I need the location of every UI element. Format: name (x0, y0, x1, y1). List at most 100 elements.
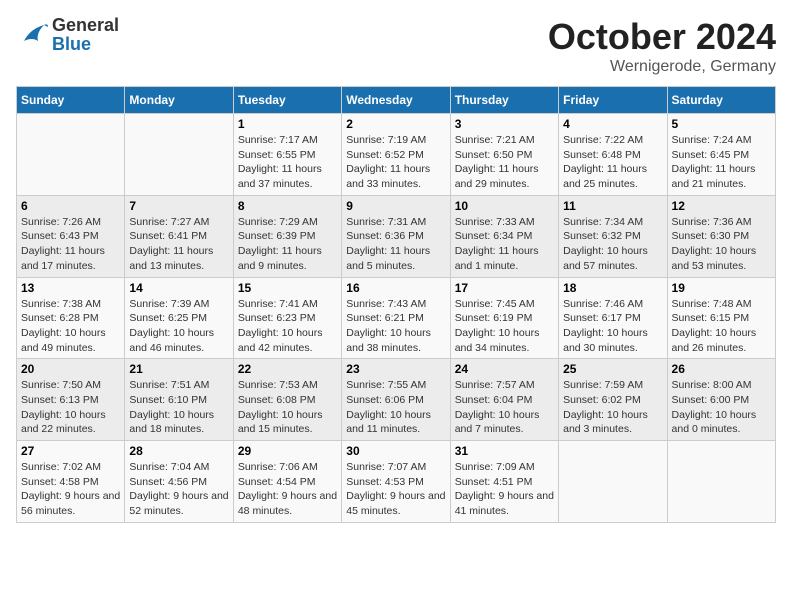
day-number: 31 (455, 444, 554, 458)
calendar-cell-w0d2: 1 Sunrise: 7:17 AMSunset: 6:55 PMDaylight… (233, 114, 341, 196)
day-number: 15 (238, 281, 337, 295)
day-number: 13 (21, 281, 120, 295)
day-info: Sunrise: 7:33 AMSunset: 6:34 PMDaylight:… (455, 215, 554, 274)
weekday-header-saturday: Saturday (667, 87, 775, 114)
month-title: October 2024 (548, 16, 776, 58)
calendar-cell-w4d0: 27 Sunrise: 7:02 AMSunset: 4:58 PMDayligh… (17, 441, 125, 523)
calendar-cell-w4d4: 31 Sunrise: 7:09 AMSunset: 4:51 PMDayligh… (450, 441, 558, 523)
calendar-cell-w1d6: 12 Sunrise: 7:36 AMSunset: 6:30 PMDayligh… (667, 195, 775, 277)
logo-blue-text: Blue (52, 34, 91, 54)
calendar-cell-w2d6: 19 Sunrise: 7:48 AMSunset: 6:15 PMDayligh… (667, 277, 775, 359)
day-number: 22 (238, 362, 337, 376)
day-info: Sunrise: 7:50 AMSunset: 6:13 PMDaylight:… (21, 378, 120, 437)
logo-general-text: General (52, 15, 119, 35)
day-info: Sunrise: 7:34 AMSunset: 6:32 PMDaylight:… (563, 215, 662, 274)
day-number: 7 (129, 199, 228, 213)
weekday-header-wednesday: Wednesday (342, 87, 450, 114)
day-info: Sunrise: 7:06 AMSunset: 4:54 PMDaylight:… (238, 460, 337, 519)
calendar-cell-w1d4: 10 Sunrise: 7:33 AMSunset: 6:34 PMDayligh… (450, 195, 558, 277)
day-info: Sunrise: 7:57 AMSunset: 6:04 PMDaylight:… (455, 378, 554, 437)
day-number: 10 (455, 199, 554, 213)
calendar-cell-w3d2: 22 Sunrise: 7:53 AMSunset: 6:08 PMDayligh… (233, 359, 341, 441)
calendar-cell-w0d4: 3Sunrise: 7:21 AMSunset: 6:50 PMDaylight… (450, 114, 558, 196)
calendar-cell-w0d3: 2 Sunrise: 7:19 AMSunset: 6:52 PMDaylight… (342, 114, 450, 196)
day-number: 25 (563, 362, 662, 376)
calendar-cell-w3d5: 25 Sunrise: 7:59 AMSunset: 6:02 PMDayligh… (559, 359, 667, 441)
calendar-cell-w3d3: 23Sunrise: 7:55 AMSunset: 6:06 PMDayligh… (342, 359, 450, 441)
day-info: Sunrise: 7:45 AMSunset: 6:19 PMDaylight:… (455, 297, 554, 356)
day-info: Sunrise: 7:36 AMSunset: 6:30 PMDaylight:… (672, 215, 771, 274)
day-number: 30 (346, 444, 445, 458)
title-area: October 2024 Wernigerode, Germany (548, 16, 776, 76)
day-number: 6 (21, 199, 120, 213)
day-number: 12 (672, 199, 771, 213)
calendar-cell-w0d1 (125, 114, 233, 196)
header: General Blue October 2024 Wernigerode, G… (16, 16, 776, 76)
calendar-cell-w1d1: 7 Sunrise: 7:27 AMSunset: 6:41 PMDaylight… (125, 195, 233, 277)
day-info: Sunrise: 7:51 AMSunset: 6:10 PMDaylight:… (129, 378, 228, 437)
day-info: Sunrise: 7:09 AMSunset: 4:51 PMDaylight:… (455, 460, 554, 519)
calendar-cell-w3d4: 24 Sunrise: 7:57 AMSunset: 6:04 PMDayligh… (450, 359, 558, 441)
day-number: 23 (346, 362, 445, 376)
day-number: 24 (455, 362, 554, 376)
weekday-header-tuesday: Tuesday (233, 87, 341, 114)
calendar-cell-w3d1: 21 Sunrise: 7:51 AMSunset: 6:10 PMDayligh… (125, 359, 233, 441)
calendar-cell-w1d3: 9Sunrise: 7:31 AMSunset: 6:36 PMDaylight… (342, 195, 450, 277)
day-number: 8 (238, 199, 337, 213)
calendar-cell-w3d0: 20 Sunrise: 7:50 AMSunset: 6:13 PMDayligh… (17, 359, 125, 441)
day-info: Sunrise: 7:39 AMSunset: 6:25 PMDaylight:… (129, 297, 228, 356)
weekday-header-sunday: Sunday (17, 87, 125, 114)
logo: General Blue (16, 16, 119, 54)
day-info: Sunrise: 7:17 AMSunset: 6:55 PMDaylight:… (238, 133, 337, 192)
day-info: Sunrise: 7:04 AMSunset: 4:56 PMDaylight:… (129, 460, 228, 519)
day-info: Sunrise: 7:59 AMSunset: 6:02 PMDaylight:… (563, 378, 662, 437)
day-info: Sunrise: 7:53 AMSunset: 6:08 PMDaylight:… (238, 378, 337, 437)
day-info: Sunrise: 7:02 AMSunset: 4:58 PMDaylight:… (21, 460, 120, 519)
weekday-header-monday: Monday (125, 87, 233, 114)
calendar-cell-w4d6 (667, 441, 775, 523)
day-info: Sunrise: 7:22 AMSunset: 6:48 PMDaylight:… (563, 133, 662, 192)
weekday-header-friday: Friday (559, 87, 667, 114)
day-info: Sunrise: 7:46 AMSunset: 6:17 PMDaylight:… (563, 297, 662, 356)
day-number: 14 (129, 281, 228, 295)
location-title: Wernigerode, Germany (548, 58, 776, 76)
calendar-cell-w0d5: 4 Sunrise: 7:22 AMSunset: 6:48 PMDaylight… (559, 114, 667, 196)
day-number: 1 (238, 117, 337, 131)
day-number: 21 (129, 362, 228, 376)
day-number: 26 (672, 362, 771, 376)
day-number: 18 (563, 281, 662, 295)
day-info: Sunrise: 7:21 AMSunset: 6:50 PMDaylight:… (455, 133, 554, 192)
calendar-table: SundayMondayTuesdayWednesdayThursdayFrid… (16, 86, 776, 523)
day-number: 19 (672, 281, 771, 295)
day-number: 27 (21, 444, 120, 458)
day-info: Sunrise: 8:00 AMSunset: 6:00 PMDaylight:… (672, 378, 771, 437)
day-info: Sunrise: 7:31 AMSunset: 6:36 PMDaylight:… (346, 215, 445, 274)
calendar-cell-w1d0: 6 Sunrise: 7:26 AMSunset: 6:43 PMDaylight… (17, 195, 125, 277)
weekday-header-thursday: Thursday (450, 87, 558, 114)
calendar-cell-w4d5 (559, 441, 667, 523)
day-number: 17 (455, 281, 554, 295)
calendar-cell-w1d5: 11Sunrise: 7:34 AMSunset: 6:32 PMDayligh… (559, 195, 667, 277)
calendar-cell-w0d0 (17, 114, 125, 196)
calendar-cell-w4d3: 30 Sunrise: 7:07 AMSunset: 4:53 PMDayligh… (342, 441, 450, 523)
day-info: Sunrise: 7:29 AMSunset: 6:39 PMDaylight:… (238, 215, 337, 274)
calendar-cell-w2d4: 17 Sunrise: 7:45 AMSunset: 6:19 PMDayligh… (450, 277, 558, 359)
day-info: Sunrise: 7:26 AMSunset: 6:43 PMDaylight:… (21, 215, 120, 274)
day-info: Sunrise: 7:19 AMSunset: 6:52 PMDaylight:… (346, 133, 445, 192)
day-info: Sunrise: 7:41 AMSunset: 6:23 PMDaylight:… (238, 297, 337, 356)
day-number: 2 (346, 117, 445, 131)
day-number: 4 (563, 117, 662, 131)
day-info: Sunrise: 7:07 AMSunset: 4:53 PMDaylight:… (346, 460, 445, 519)
calendar-cell-w2d2: 15 Sunrise: 7:41 AMSunset: 6:23 PMDayligh… (233, 277, 341, 359)
calendar-cell-w2d5: 18 Sunrise: 7:46 AMSunset: 6:17 PMDayligh… (559, 277, 667, 359)
day-number: 20 (21, 362, 120, 376)
day-info: Sunrise: 7:48 AMSunset: 6:15 PMDaylight:… (672, 297, 771, 356)
day-info: Sunrise: 7:43 AMSunset: 6:21 PMDaylight:… (346, 297, 445, 356)
logo-bird-icon (16, 21, 48, 49)
day-info: Sunrise: 7:27 AMSunset: 6:41 PMDaylight:… (129, 215, 228, 274)
calendar-cell-w2d1: 14 Sunrise: 7:39 AMSunset: 6:25 PMDayligh… (125, 277, 233, 359)
day-number: 28 (129, 444, 228, 458)
calendar-cell-w2d3: 16Sunrise: 7:43 AMSunset: 6:21 PMDayligh… (342, 277, 450, 359)
calendar-cell-w3d6: 26 Sunrise: 8:00 AMSunset: 6:00 PMDayligh… (667, 359, 775, 441)
calendar-cell-w4d2: 29Sunrise: 7:06 AMSunset: 4:54 PMDayligh… (233, 441, 341, 523)
